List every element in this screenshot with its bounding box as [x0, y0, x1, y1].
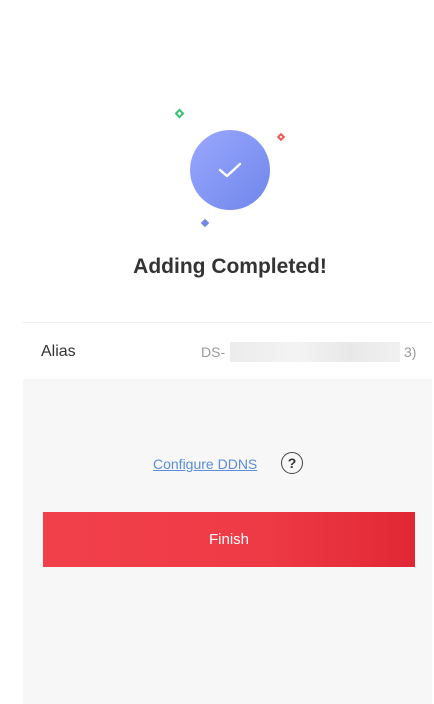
confetti-green-icon — [174, 108, 185, 119]
alias-value-redacted — [230, 342, 400, 362]
checkmark-icon — [218, 162, 242, 178]
success-card: Adding Completed! — [23, 0, 432, 322]
confetti-blue-icon — [200, 218, 210, 228]
page-title: Adding Completed! — [133, 255, 327, 278]
alias-row: Alias DS- 3) — [23, 323, 432, 379]
confetti-red-icon — [276, 132, 286, 142]
alias-label: Alias — [41, 343, 76, 360]
add-device-result-screen: Adding Completed! Alias DS- 3) Configure… — [23, 0, 432, 704]
alias-value-suffix: 3) — [404, 344, 417, 360]
configure-ddns-link[interactable]: Configure DDNS — [153, 456, 257, 472]
finish-button[interactable]: Finish — [43, 512, 415, 567]
ddns-row: Configure DDNS ? — [23, 450, 432, 478]
success-checkmark-icon — [190, 130, 270, 210]
question-circle-icon[interactable]: ? — [281, 452, 303, 474]
alias-value-prefix: DS- — [201, 344, 226, 360]
